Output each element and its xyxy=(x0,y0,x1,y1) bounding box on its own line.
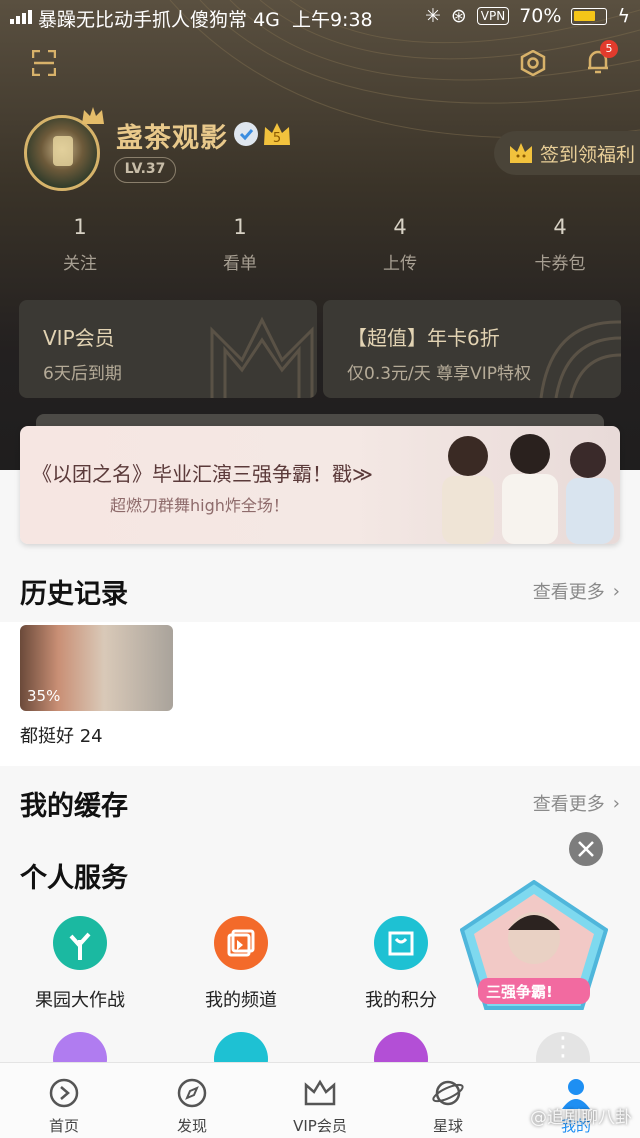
tab-bar: 首页 发现 VIP会员 星球 我的 @追剧聊八卦 xyxy=(0,1062,640,1138)
compass-icon xyxy=(177,1078,207,1108)
notification-button[interactable]: 5 xyxy=(586,40,618,80)
scan-icon xyxy=(31,49,57,77)
floating-promo[interactable]: 三强争霸! xyxy=(459,879,609,1010)
clock: 上午9:38 xyxy=(291,9,373,31)
promo-label: 三强争霸! xyxy=(486,983,553,1001)
stat-following[interactable]: 1 关注 xyxy=(0,215,160,274)
tree-icon xyxy=(53,916,107,970)
vip-member-card[interactable]: VIP会员 6天后到期 xyxy=(19,300,317,398)
signal-icon xyxy=(10,10,32,24)
service-orchard-game[interactable]: 果园大作战 xyxy=(10,916,150,1012)
carrier-name: 暴躁无比动手抓人傻狗常 xyxy=(38,9,248,31)
stat-lists[interactable]: 1 看单 xyxy=(160,215,320,274)
charging-icon: ϟ xyxy=(617,5,630,27)
banner-figures-image xyxy=(442,434,614,544)
vip-card-expiry: 6天后到期 xyxy=(43,364,122,384)
status-bar: 暴躁无比动手抓人傻狗常 4G 上午9:38 ✳ ⊛ VPN 70% ϟ xyxy=(0,0,640,34)
planet-icon xyxy=(432,1080,464,1106)
verified-icon xyxy=(234,122,258,146)
checkin-label: 签到领福利 xyxy=(540,143,636,166)
banner-subtitle: 超燃刀群舞high炸全场！ xyxy=(110,496,289,515)
chevron-right-icon: › xyxy=(612,792,620,814)
services-title: 个人服务 xyxy=(20,863,128,894)
cache-more-link[interactable]: 查看更多 › xyxy=(533,790,620,816)
watermark: @追剧聊八卦 xyxy=(530,1108,632,1128)
crown-gift-icon xyxy=(510,143,532,163)
service-my-points[interactable]: 我的积分 xyxy=(331,916,471,1012)
bag-icon xyxy=(374,916,428,970)
watch-progress: 35% xyxy=(27,687,61,705)
service-chart-icon[interactable] xyxy=(374,1032,428,1062)
username[interactable]: 盏茶观影 xyxy=(116,116,228,155)
avatar-crown-icon xyxy=(82,107,104,124)
tab-home[interactable]: 首页 xyxy=(0,1063,128,1138)
history-item-title[interactable]: 都挺好 24 xyxy=(20,722,103,748)
history-item-thumbnail[interactable]: 35% xyxy=(20,625,173,711)
play-circle-icon xyxy=(49,1078,79,1108)
service-clock-icon[interactable] xyxy=(214,1032,268,1062)
battery-percent: 70% xyxy=(519,5,562,27)
more-icon[interactable]: ⋮ xyxy=(536,1032,590,1062)
vip-crown-decoration xyxy=(210,316,314,398)
scan-button[interactable] xyxy=(31,49,57,80)
stat-coupons[interactable]: 4 卡券包 xyxy=(480,215,640,274)
close-icon xyxy=(578,841,594,857)
svg-text:5: 5 xyxy=(273,131,281,146)
chevron-right-icon: › xyxy=(612,580,620,602)
tab-discover[interactable]: 发现 xyxy=(128,1063,256,1138)
gear-icon xyxy=(520,49,546,77)
cache-title: 我的缓存 xyxy=(20,791,128,822)
history-header: 历史记录 查看更多 › xyxy=(0,554,640,622)
channel-icon xyxy=(214,916,268,970)
annual-card-decoration xyxy=(539,320,621,398)
loading-icon: ✳ xyxy=(424,5,441,27)
promo-banner[interactable]: 《以团之名》毕业汇演三强争霸！戳≫ 超燃刀群舞high炸全场！ xyxy=(20,426,620,544)
tab-vip[interactable]: VIP会员 xyxy=(256,1063,384,1138)
battery-icon xyxy=(571,7,608,25)
settings-button[interactable] xyxy=(520,49,546,80)
close-promo-button[interactable] xyxy=(569,832,603,866)
notification-badge: 5 xyxy=(600,40,618,58)
vpn-badge: VPN xyxy=(476,7,510,25)
history-more-link[interactable]: 查看更多 › xyxy=(533,578,620,604)
service-my-channel[interactable]: 我的频道 xyxy=(171,916,311,1012)
network-type: 4G xyxy=(253,9,280,31)
stats-row: 1 关注 1 看单 4 上传 4 卡券包 xyxy=(0,215,640,274)
annual-card-offer[interactable]: 【超值】年卡6折 仅0.3元/天 尊享VIP特权 xyxy=(323,300,621,398)
vip-card-title: VIP会员 xyxy=(43,326,115,350)
crown-icon xyxy=(304,1079,336,1106)
service-shirt-icon[interactable] xyxy=(53,1032,107,1062)
profile-header: 暴躁无比动手抓人傻狗常 4G 上午9:38 ✳ ⊛ VPN 70% ϟ 5 盏茶… xyxy=(0,0,640,470)
banner-title: 《以团之名》毕业汇演三强争霸！戳≫ xyxy=(32,462,373,486)
rotation-lock-icon: ⊛ xyxy=(450,5,467,27)
history-title: 历史记录 xyxy=(20,579,128,610)
checkin-button[interactable]: 签到领福利 xyxy=(494,131,640,175)
vip-level-badge: 5 xyxy=(262,120,292,152)
tab-planet[interactable]: 星球 xyxy=(384,1063,512,1138)
stat-uploads[interactable]: 4 上传 xyxy=(320,215,480,274)
cache-header: 我的缓存 查看更多 › xyxy=(0,766,640,830)
user-level-badge: LV.37 xyxy=(114,157,176,183)
annual-card-subtitle: 仅0.3元/天 尊享VIP特权 xyxy=(347,364,532,384)
annual-card-title: 【超值】年卡6折 xyxy=(347,326,500,350)
